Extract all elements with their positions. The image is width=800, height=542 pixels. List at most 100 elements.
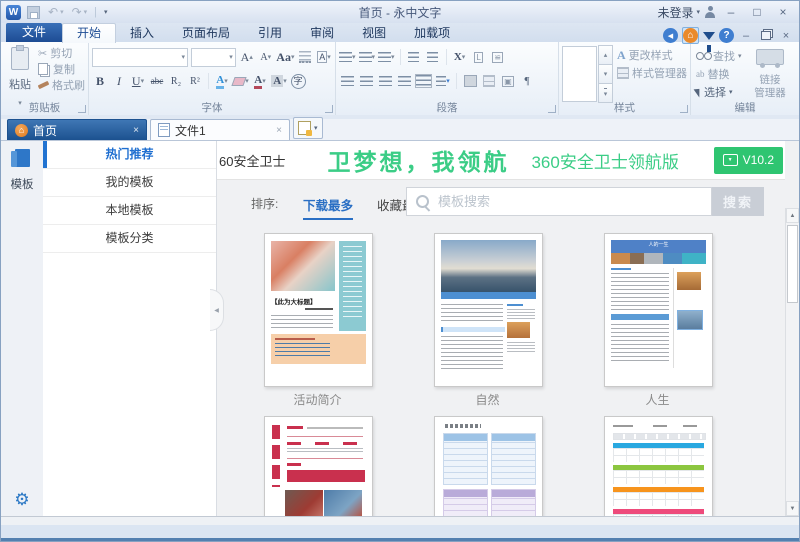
settings-button[interactable]: ⚙: [1, 490, 43, 510]
user-avatar-icon[interactable]: [704, 6, 716, 18]
tab-references[interactable]: 引用: [244, 24, 296, 42]
enclose-char-button[interactable]: 字: [290, 73, 306, 89]
yozo-logo-icon[interactable]: [703, 31, 715, 40]
increase-indent-button[interactable]: [425, 49, 441, 65]
document-close-button[interactable]: ×: [778, 30, 794, 42]
show-marks-button[interactable]: ¶: [519, 73, 535, 89]
template-thumb-nature[interactable]: [434, 233, 543, 387]
doc-tab-file1[interactable]: 文件1 ×: [150, 119, 290, 140]
decrease-indent-button[interactable]: [406, 49, 422, 65]
file-menu-button[interactable]: 文件: [6, 23, 62, 42]
help-button[interactable]: ?: [719, 28, 734, 43]
sort-most-downloaded[interactable]: 下载最多: [303, 195, 354, 220]
font-color-button[interactable]: A ▾: [252, 73, 268, 89]
gallery-down-button[interactable]: ▾: [598, 64, 613, 84]
scrollbar-thumb[interactable]: [787, 225, 798, 303]
category-local-templates[interactable]: 本地模板: [43, 197, 216, 225]
align-right-button[interactable]: [377, 73, 393, 89]
category-template-types[interactable]: 模板分类: [43, 225, 216, 253]
subscript-button[interactable]: R₂: [168, 73, 184, 89]
clear-format-button[interactable]: ▾: [231, 73, 249, 89]
template-thumb-life[interactable]: 人的一生: [604, 233, 713, 387]
cut-button[interactable]: ✂ 剪切: [38, 45, 85, 61]
maximize-button[interactable]: □: [746, 4, 768, 20]
tab-addins[interactable]: 加载项: [400, 24, 464, 42]
multilevel-list-button[interactable]: ▾: [378, 49, 395, 65]
save-button[interactable]: [25, 5, 42, 20]
ribbon-minimize-button[interactable]: –: [738, 30, 754, 42]
tab-view[interactable]: 视图: [348, 24, 400, 42]
scroll-up-button[interactable]: ▲: [786, 208, 799, 223]
restore-button[interactable]: [758, 28, 774, 43]
char-shading-button[interactable]: A ▾: [271, 73, 287, 89]
search-input[interactable]: [436, 193, 711, 210]
scroll-down-button[interactable]: ▼: [786, 501, 799, 516]
shrink-font-button[interactable]: A ▾: [258, 49, 274, 65]
redo-button[interactable]: ↷ ▾: [70, 5, 90, 19]
style-gallery[interactable]: [562, 46, 597, 102]
gallery-up-button[interactable]: ▴: [598, 45, 613, 65]
tab-insert[interactable]: 插入: [116, 24, 168, 42]
back-button[interactable]: ◀: [663, 28, 678, 43]
strikethrough-button[interactable]: abc: [149, 73, 165, 89]
two-lines-one-button[interactable]: ≌: [490, 49, 506, 65]
tab-home[interactable]: 开始: [62, 23, 117, 43]
minimize-button[interactable]: –: [720, 4, 742, 20]
line-spacing-button[interactable]: ▾: [435, 73, 451, 89]
scrollbar[interactable]: ▲ ▼: [785, 208, 799, 516]
font-name-select[interactable]: ▾: [92, 47, 188, 67]
phonetic-guide-button[interactable]: [297, 49, 313, 65]
template-thumb-red[interactable]: [264, 416, 373, 516]
close-icon[interactable]: ×: [133, 125, 139, 136]
format-painter-button[interactable]: 格式刷: [37, 77, 85, 93]
underline-button[interactable]: U ▾: [130, 73, 146, 89]
justify-button[interactable]: [396, 73, 412, 89]
align-center-button[interactable]: [358, 73, 374, 89]
shading-button[interactable]: [462, 73, 478, 89]
change-case-button[interactable]: Aa ▾: [276, 49, 294, 65]
link-manager-button[interactable]: 链接 管理器: [746, 47, 794, 103]
undo-button[interactable]: ↶ ▾: [46, 5, 66, 19]
dialog-launcher-icon[interactable]: [548, 105, 556, 113]
dialog-launcher-icon[interactable]: [680, 105, 688, 113]
grow-font-button[interactable]: A ▴: [239, 49, 255, 65]
app-icon[interactable]: W: [6, 4, 21, 20]
page-setup-button[interactable]: ▣: [500, 73, 516, 89]
borders-button[interactable]: [481, 73, 497, 89]
close-button[interactable]: ×: [772, 4, 794, 20]
change-style-button[interactable]: A 更改样式: [617, 46, 687, 64]
bold-button[interactable]: B: [92, 73, 108, 89]
italic-button[interactable]: I: [111, 73, 127, 89]
qat-customize-button[interactable]: ▾: [102, 8, 110, 17]
download-version-button[interactable]: ▼ V10.2: [713, 146, 783, 174]
text-direction-button[interactable]: L: [471, 49, 487, 65]
numbered-list-button[interactable]: ▾: [358, 49, 375, 65]
category-my-templates[interactable]: 我的模板: [43, 169, 216, 197]
dialog-launcher-icon[interactable]: [325, 105, 333, 113]
home-button[interactable]: ⌂: [682, 27, 699, 44]
template-thumb-schedule-1[interactable]: [434, 416, 543, 516]
bullet-list-button[interactable]: ▾: [339, 49, 356, 65]
highlight-color-button[interactable]: A ▾: [214, 73, 230, 89]
new-document-button[interactable]: ▾: [293, 117, 323, 139]
ad-banner[interactable]: 60安全卫士 卫梦想，我领航 360安全卫士领航版 ▼ V10.2: [217, 141, 785, 180]
template-thumb-schedule-2[interactable]: [604, 416, 713, 516]
superscript-button[interactable]: R²: [187, 73, 203, 89]
tab-review[interactable]: 审阅: [296, 24, 348, 42]
distribute-button[interactable]: [415, 73, 432, 89]
search-button[interactable]: 搜索: [712, 187, 764, 216]
paste-button[interactable]: 粘贴 ▾: [4, 45, 36, 107]
char-border-button[interactable]: A ▾: [316, 49, 332, 65]
close-icon[interactable]: ×: [276, 125, 282, 136]
doc-tab-home[interactable]: ⌂ 首页 ×: [7, 119, 147, 140]
sidebar-item-templates[interactable]: 模板: [1, 149, 43, 192]
font-size-select[interactable]: ▾: [190, 47, 236, 67]
style-manager-button[interactable]: 样式管理器: [617, 64, 687, 82]
asian-layout-button[interactable]: X ▾: [452, 49, 468, 65]
category-hot[interactable]: 热门推荐: [43, 141, 216, 169]
template-thumb-activity[interactable]: 【此为大标题】: [264, 233, 373, 387]
dialog-launcher-icon[interactable]: [78, 105, 86, 113]
login-button[interactable]: 未登录 ▾: [657, 4, 700, 21]
tab-page-layout[interactable]: 页面布局: [168, 24, 244, 42]
align-left-button[interactable]: [339, 73, 355, 89]
